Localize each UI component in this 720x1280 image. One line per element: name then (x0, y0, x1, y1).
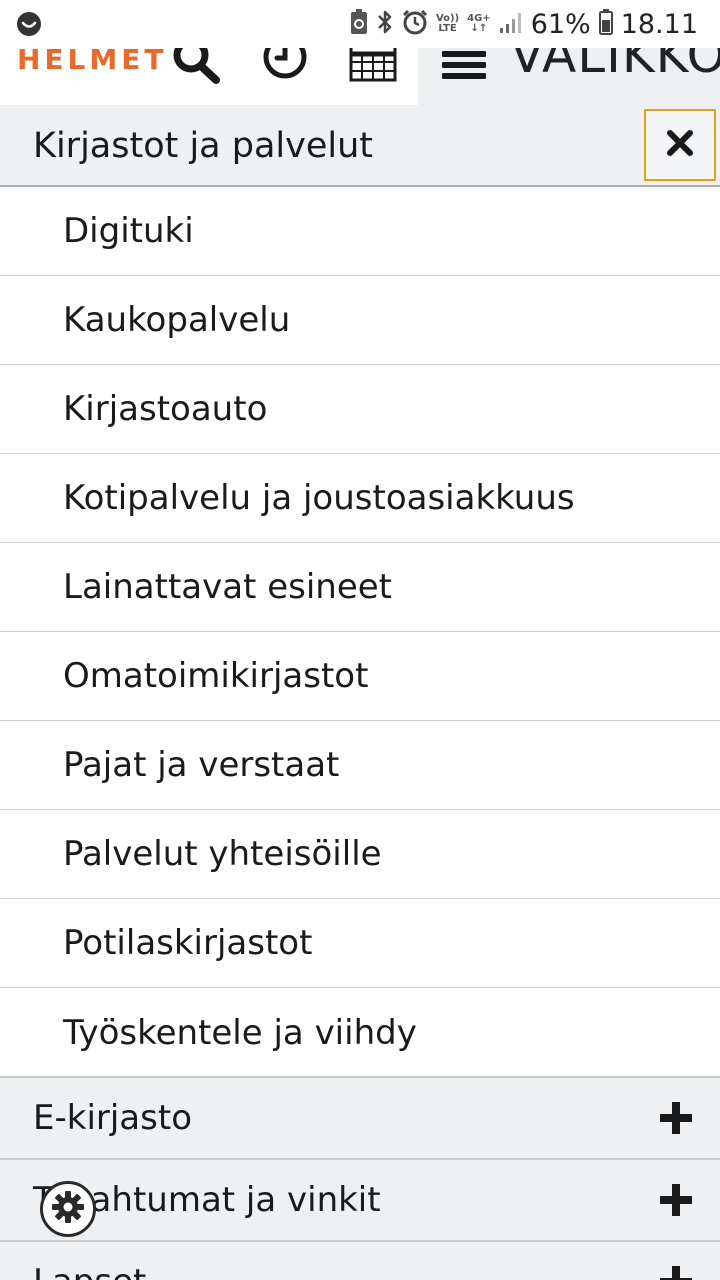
submenu-item-label: Kaukopalvelu (63, 300, 291, 340)
submenu-item-label: Lainattavat esineet (63, 567, 392, 607)
gear-icon (51, 1190, 85, 1228)
submenu-item-label: Pajat ja verstaat (63, 745, 340, 785)
category-label: Lapset (33, 1262, 146, 1280)
submenu-item-label: Työskentele ja viihdy (63, 1012, 417, 1053)
header-toolbar: HELMET (0, 48, 418, 105)
alarm-icon (402, 9, 428, 39)
submenu-item-label: Palvelut yhteisöille (63, 834, 382, 874)
status-face-icon (16, 11, 42, 41)
submenu-list: Digituki Kaukopalvelu Kirjastoauto Kotip… (0, 187, 720, 1077)
menu-toggle-button[interactable]: VALIKKO (418, 48, 720, 105)
helmet-logo[interactable]: HELMET (17, 48, 168, 76)
hamburger-icon (442, 51, 486, 83)
close-icon (667, 130, 693, 160)
settings-button[interactable] (40, 1181, 96, 1237)
submenu-item-kotipalvelu[interactable]: Kotipalvelu ja joustoasiakkuus (0, 454, 720, 543)
submenu-item-digituki[interactable]: Digituki (0, 187, 720, 276)
signal-icon (499, 10, 523, 38)
category-e-kirjasto[interactable]: E-kirjasto (0, 1076, 720, 1158)
submenu-item-kaukopalvelu[interactable]: Kaukopalvelu (0, 276, 720, 365)
submenu-item-label: Omatoimikirjastot (63, 656, 369, 696)
recycle-battery-icon (350, 9, 368, 39)
volte-indicator: Vo)) LTE (435, 13, 460, 34)
submenu-item-palvelut-yhteisoille[interactable]: Palvelut yhteisöille (0, 810, 720, 899)
battery-percent: 61% (530, 8, 591, 40)
bluetooth-icon (376, 9, 394, 39)
status-bar: Vo)) LTE 4G+ ↓↑ 61% 18.11 (0, 0, 720, 48)
section-header: Kirjastot ja palvelut (0, 105, 720, 187)
submenu-item-label: Potilaskirjastot (63, 923, 313, 963)
submenu-item-tyoskentele-ja-viihdy[interactable]: Työskentele ja viihdy (0, 988, 720, 1077)
calendar-icon[interactable] (349, 48, 397, 86)
status-indicators: Vo)) LTE 4G+ ↓↑ 61% 18.11 (350, 6, 698, 42)
plus-icon[interactable] (660, 1102, 692, 1134)
submenu-item-potilaskirjastot[interactable]: Potilaskirjastot (0, 899, 720, 988)
battery-icon (598, 9, 613, 39)
clock-icon[interactable] (262, 48, 308, 86)
clock-time: 18.11 (620, 8, 698, 40)
submenu-item-pajat-ja-verstaat[interactable]: Pajat ja verstaat (0, 721, 720, 810)
search-icon[interactable] (172, 48, 222, 88)
submenu-item-kirjastoauto[interactable]: Kirjastoauto (0, 365, 720, 454)
submenu-item-lainattavat-esineet[interactable]: Lainattavat esineet (0, 543, 720, 632)
close-button[interactable] (644, 109, 716, 181)
submenu-item-label: Digituki (63, 211, 194, 251)
category-tapahtumat-ja-vinkit[interactable]: Tapahtumat ja vinkit (0, 1158, 720, 1240)
submenu-item-label: Kotipalvelu ja joustoasiakkuus (63, 478, 575, 518)
category-list: E-kirjasto Tapahtumat ja vinkit Lapset (0, 1076, 720, 1280)
network-type-indicator: 4G+ ↓↑ (467, 13, 491, 34)
plus-icon[interactable] (660, 1184, 692, 1216)
site-header: HELMET VALIKKO (0, 48, 720, 105)
section-title: Kirjastot ja palvelut (33, 126, 374, 166)
submenu-item-omatoimikirjastot[interactable]: Omatoimikirjastot (0, 632, 720, 721)
submenu-item-label: Kirjastoauto (63, 389, 268, 429)
menu-label: VALIKKO (510, 48, 720, 84)
category-label: E-kirjasto (33, 1098, 192, 1138)
plus-icon[interactable] (660, 1266, 692, 1280)
category-lapset[interactable]: Lapset (0, 1240, 720, 1280)
